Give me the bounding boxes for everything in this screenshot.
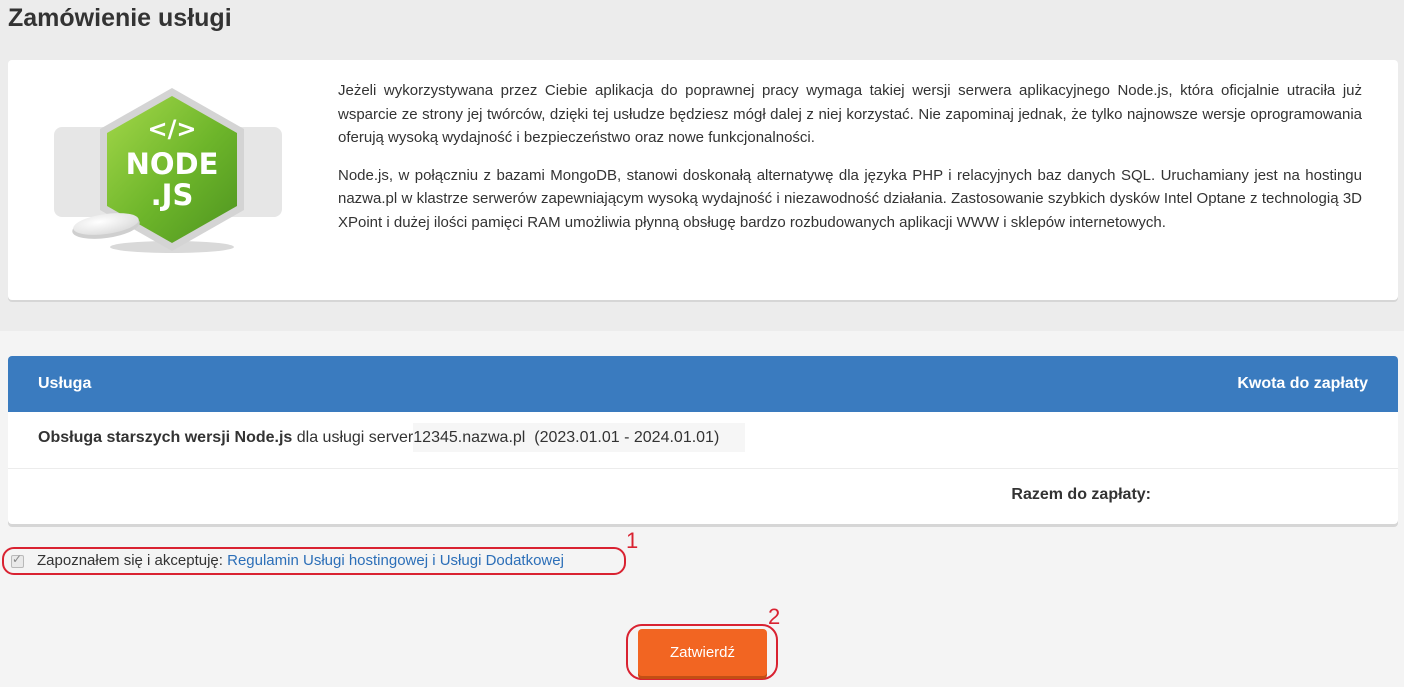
column-header-amount: Kwota do zapłaty [1237, 375, 1368, 392]
total-row: Razem do zapłaty: [8, 469, 1398, 524]
service-name: Obsługa starszych wersji Node.js [38, 429, 293, 446]
logo-text-js: .JS [151, 178, 194, 212]
service-for-text: dla usługi server [292, 429, 414, 446]
page-title: Zamówienie usługi [8, 4, 232, 32]
check-icon: ✓ [12, 552, 23, 566]
logo-text-node: NODE [126, 147, 219, 181]
service-cell: Obsługa starszych wersji Node.js dla usł… [38, 423, 746, 452]
table-row: Obsługa starszych wersji Node.js dla usł… [8, 412, 1398, 469]
domain-text: 12345.nazwa.pl [413, 429, 526, 446]
order-table: Usługa Kwota do zapłaty Obsługa starszyc… [8, 356, 1398, 524]
terms-link[interactable]: Regulamin Usługi hostingowej i Usługi Do… [227, 552, 564, 569]
annotation-number-2: 2 [768, 604, 781, 629]
table-header: Usługa Kwota do zapłaty [8, 356, 1398, 412]
terms-highlight: ✓ Zapoznałem się i akceptuję: Regulamin … [2, 547, 626, 575]
submit-button[interactable]: Zatwierdź [638, 629, 767, 676]
logo-code-glyph: </> [148, 115, 197, 143]
service-period: (2023.01.01 - 2024.01.01) [534, 429, 720, 446]
terms-label: Zapoznałem się i akceptuję: Regulamin Us… [37, 552, 564, 569]
total-label: Razem do zapłaty: [1011, 486, 1151, 503]
column-header-service: Usługa [38, 375, 92, 392]
service-info-card: </> NODE .JS Jeżeli wykorzystywana przez… [8, 60, 1398, 300]
terms-text: Zapoznałem się i akceptuję: [37, 552, 228, 569]
service-description: Jeżeli wykorzystywana przez Ciebie aplik… [338, 79, 1362, 248]
terms-checkbox[interactable]: ✓ [11, 552, 24, 568]
annotation-number-1: 1 [626, 528, 639, 553]
description-paragraph-1: Jeżeli wykorzystywana przez Ciebie aplik… [338, 82, 1362, 146]
description-paragraph-2: Node.js, w połączniu z bazami MongoDB, s… [338, 166, 1362, 231]
service-domain: 12345.nazwa.pl (2023.01.01 - 2024.01.01) [413, 423, 746, 452]
nodejs-logo: </> NODE .JS [48, 82, 298, 257]
